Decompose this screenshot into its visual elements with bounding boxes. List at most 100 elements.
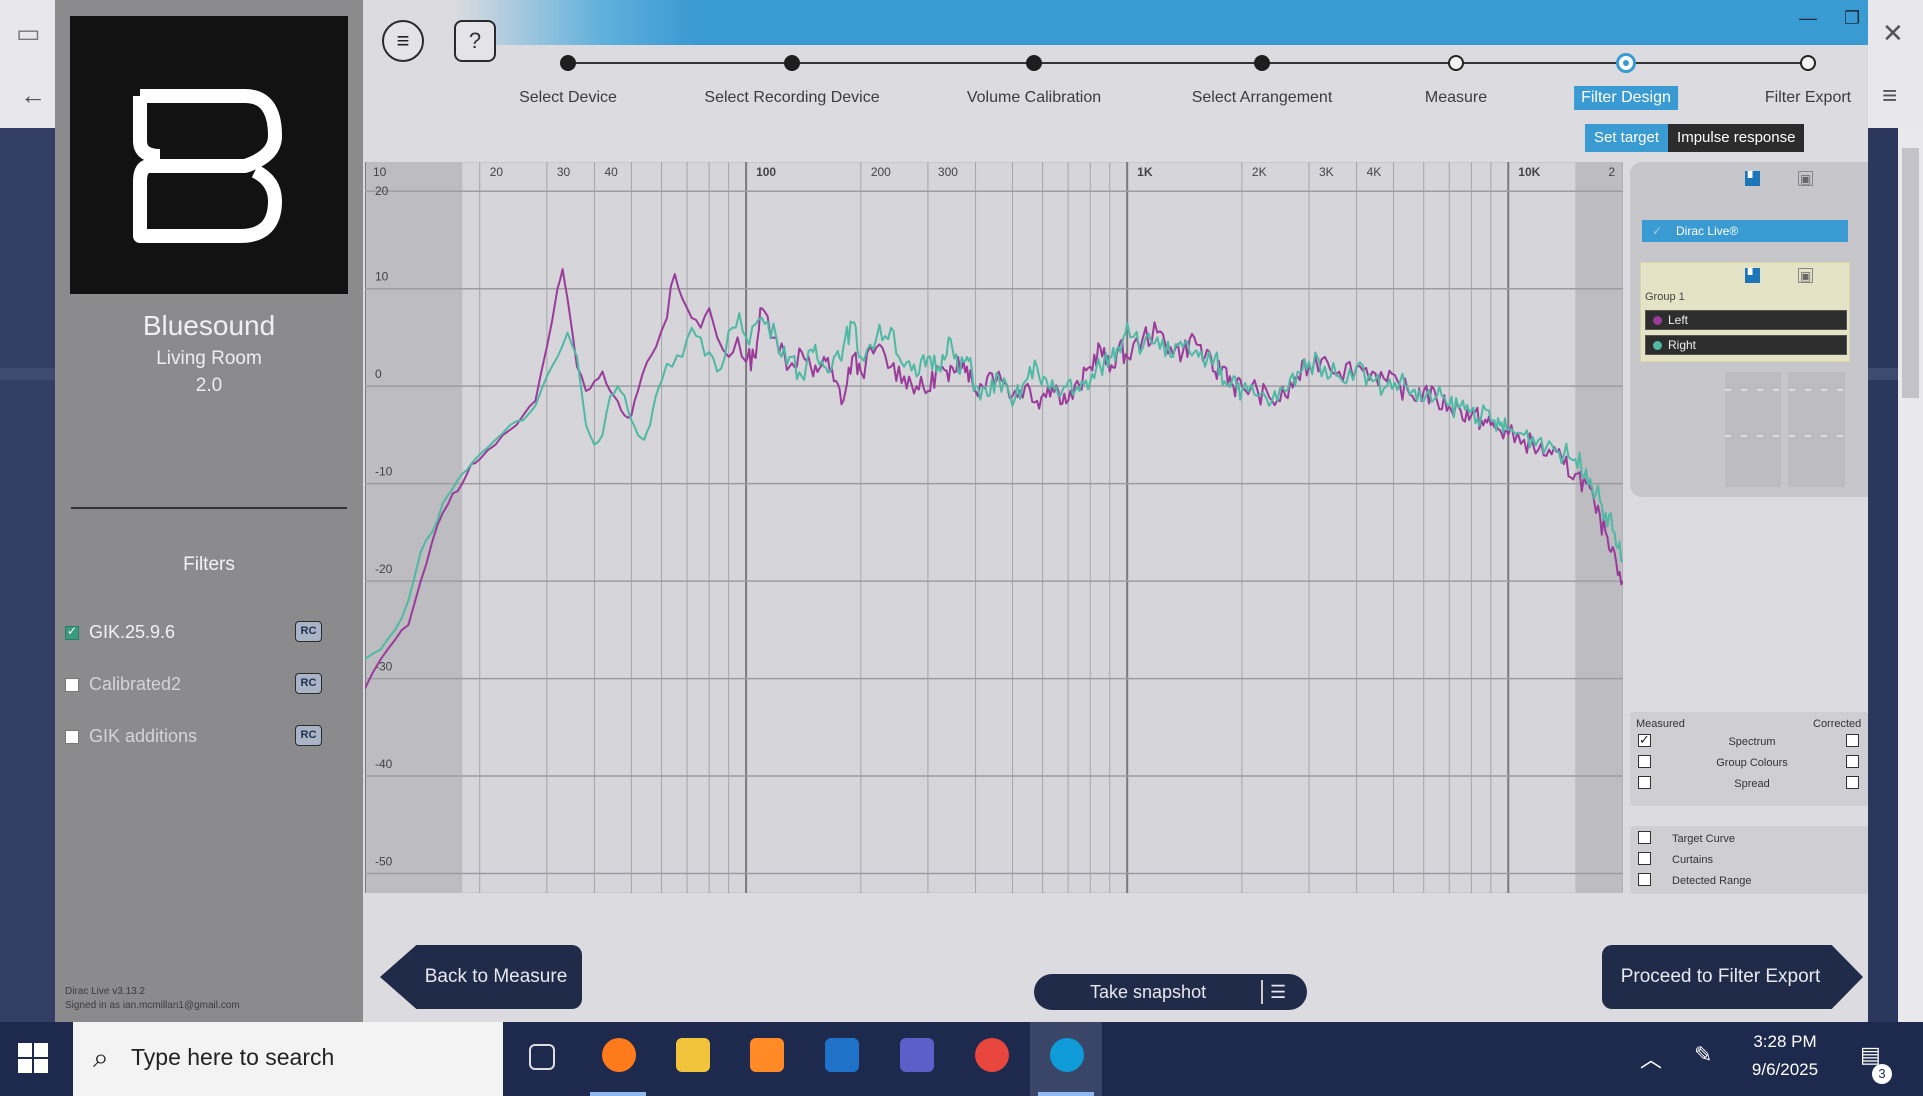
app-glyph — [900, 1038, 934, 1072]
button-label: Back to Measure — [424, 966, 568, 987]
back-arrow-icon[interactable]: ← — [20, 80, 46, 111]
windows-start-icon[interactable] — [18, 1043, 48, 1073]
x-tick-label: 10 — [373, 165, 387, 179]
sublime-text-icon[interactable] — [730, 1022, 802, 1096]
filter-checkbox[interactable] — [65, 624, 79, 640]
outlook-icon[interactable] — [805, 1022, 877, 1096]
deselect-icon[interactable]: ▣ — [1798, 171, 1813, 186]
app-glyph — [975, 1038, 1009, 1072]
target-curve-checkbox[interactable] — [1638, 831, 1651, 844]
x-tick-label: 300 — [938, 165, 958, 179]
scrollbar[interactable] — [1898, 128, 1923, 1028]
filter-item[interactable]: GIK additions RC — [65, 722, 335, 752]
rc-badge[interactable]: RC — [295, 673, 322, 694]
firefox-icon[interactable] — [582, 1022, 654, 1096]
x-tick-label: 200 — [871, 165, 891, 179]
step-dot[interactable] — [1800, 55, 1816, 71]
chevron-up-icon[interactable]: ︿ — [1640, 1042, 1662, 1074]
task-view-icon[interactable] — [505, 1022, 577, 1096]
step-label[interactable]: Volume Calibration — [967, 89, 1101, 107]
group-colours-measured-checkbox[interactable] — [1638, 755, 1651, 768]
spectrum-measured-checkbox[interactable] — [1638, 732, 1651, 748]
filter-label: GIK.25.9.6 — [89, 622, 176, 642]
rc-badge[interactable]: RC — [295, 621, 322, 642]
step-label[interactable]: Filter Design — [1574, 86, 1678, 110]
help-button[interactable]: ? — [454, 20, 496, 62]
filter-item[interactable]: GIK.25.9.6 RC — [65, 618, 335, 648]
x-tick-label: 30 — [557, 165, 571, 179]
y-tick-label: -30 — [375, 660, 393, 674]
step-dot[interactable] — [1254, 55, 1270, 71]
restore-icon[interactable]: ❐ — [1844, 8, 1860, 29]
frequency-response-chart[interactable]: 10 20 30 40 100 200 300 1K 2K 3K 4K 10K 220100-10-20… — [365, 162, 1623, 893]
step-label[interactable]: Select Device — [519, 89, 617, 107]
dirac-live-icon[interactable] — [1030, 1022, 1102, 1096]
app-glyph — [529, 1044, 555, 1070]
y-tick-label: -50 — [375, 855, 393, 869]
filter-checkbox[interactable] — [65, 678, 79, 692]
menu-button[interactable]: ≡ — [382, 20, 424, 62]
search-icon: ⌕ — [93, 1042, 109, 1073]
step-label[interactable]: Select Recording Device — [704, 89, 879, 107]
rc-badge[interactable]: RC — [295, 725, 322, 746]
proceed-to-filter-export-button[interactable]: Proceed to Filter Export — [1602, 945, 1863, 1009]
step-label[interactable]: Select Arrangement — [1192, 89, 1333, 107]
take-snapshot-button[interactable]: Take snapshot ☰ — [1034, 974, 1307, 1010]
hamburger-icon: ≡ — [396, 28, 410, 53]
taskbar-search[interactable]: ⌕ Type here to search — [73, 1022, 503, 1096]
option-label: Detected Range — [1672, 875, 1752, 887]
step-label[interactable]: Filter Export — [1765, 89, 1851, 107]
close-icon[interactable]: ✕ — [1882, 18, 1904, 49]
corrected-header: Corrected — [1813, 718, 1862, 730]
pen-icon[interactable]: ✎ — [1694, 1042, 1712, 1068]
step-label[interactable]: Measure — [1425, 89, 1487, 107]
step-dot[interactable] — [560, 55, 576, 71]
chrome-icon[interactable] — [955, 1022, 1027, 1096]
date: 9/6/2025 — [1751, 1060, 1819, 1079]
channel-right[interactable]: Right — [1645, 335, 1847, 355]
menu-icon[interactable]: ≡ — [1882, 80, 1897, 111]
x-tick-label: 2 — [1608, 165, 1615, 179]
channel-left[interactable]: Left — [1645, 310, 1847, 330]
group-label: Group 1 — [1645, 291, 1685, 303]
step-dot[interactable] — [1616, 53, 1636, 73]
option-label: Spread — [1734, 778, 1770, 790]
filter-item[interactable]: Calibrated2 RC — [65, 670, 335, 700]
tab-impulse-response[interactable]: Impulse response — [1668, 124, 1805, 152]
select-icon[interactable]: ▘ — [1745, 171, 1760, 186]
x-tick-label: 4K — [1367, 165, 1382, 179]
teams-icon[interactable] — [880, 1022, 952, 1096]
x-tick-label: 10K — [1518, 165, 1540, 179]
select-icon[interactable]: ▘ — [1745, 268, 1760, 283]
extra-options: Target Curve Curtains Detected Range — [1630, 826, 1868, 894]
detected-range-checkbox[interactable] — [1638, 873, 1651, 886]
curtains-checkbox[interactable] — [1638, 852, 1651, 865]
dirac-live-window: Bluesound Living Room 2.0 Filters GIK.25… — [55, 0, 1868, 1022]
minimize-icon[interactable]: — — [1799, 8, 1817, 29]
file-explorer-icon[interactable] — [656, 1022, 728, 1096]
spectrum-corrected-checkbox[interactable] — [1846, 734, 1859, 747]
spread-corrected-checkbox[interactable] — [1846, 776, 1859, 789]
button-label: Take snapshot — [1090, 982, 1207, 1002]
clock[interactable]: 3:28 PM 9/6/2025 — [1730, 1028, 1840, 1084]
x-tick-label: 100 — [756, 165, 776, 179]
step-dot[interactable] — [784, 55, 800, 71]
channel-label: Left — [1668, 313, 1689, 327]
back-to-measure-button[interactable]: Back to Measure — [380, 945, 582, 1009]
x-tick-label: 1K — [1137, 165, 1153, 179]
step-dot[interactable] — [1026, 55, 1042, 71]
spread-measured-checkbox[interactable] — [1638, 776, 1651, 789]
step-dot[interactable] — [1448, 55, 1464, 71]
dirac-live-item[interactable]: Dirac Live® — [1642, 220, 1848, 242]
room-name: Living Room — [156, 348, 262, 369]
filter-checkbox[interactable] — [65, 730, 79, 744]
tab-set-target[interactable]: Set target — [1585, 124, 1669, 152]
group-colours-corrected-checkbox[interactable] — [1846, 755, 1859, 768]
measured-header: Measured — [1636, 718, 1685, 730]
deselect-icon[interactable]: ▣ — [1798, 268, 1813, 283]
filters-title: Filters — [183, 554, 235, 575]
archive-icon[interactable]: ▭ — [16, 18, 41, 49]
snapshot-list-icon[interactable]: ☰ — [1270, 974, 1286, 1010]
button-label: Proceed to Filter Export — [1620, 966, 1821, 987]
taskbar: ⌕ Type here to search ︿ ✎ 3:28 PM 9/6/20… — [0, 1022, 1923, 1096]
